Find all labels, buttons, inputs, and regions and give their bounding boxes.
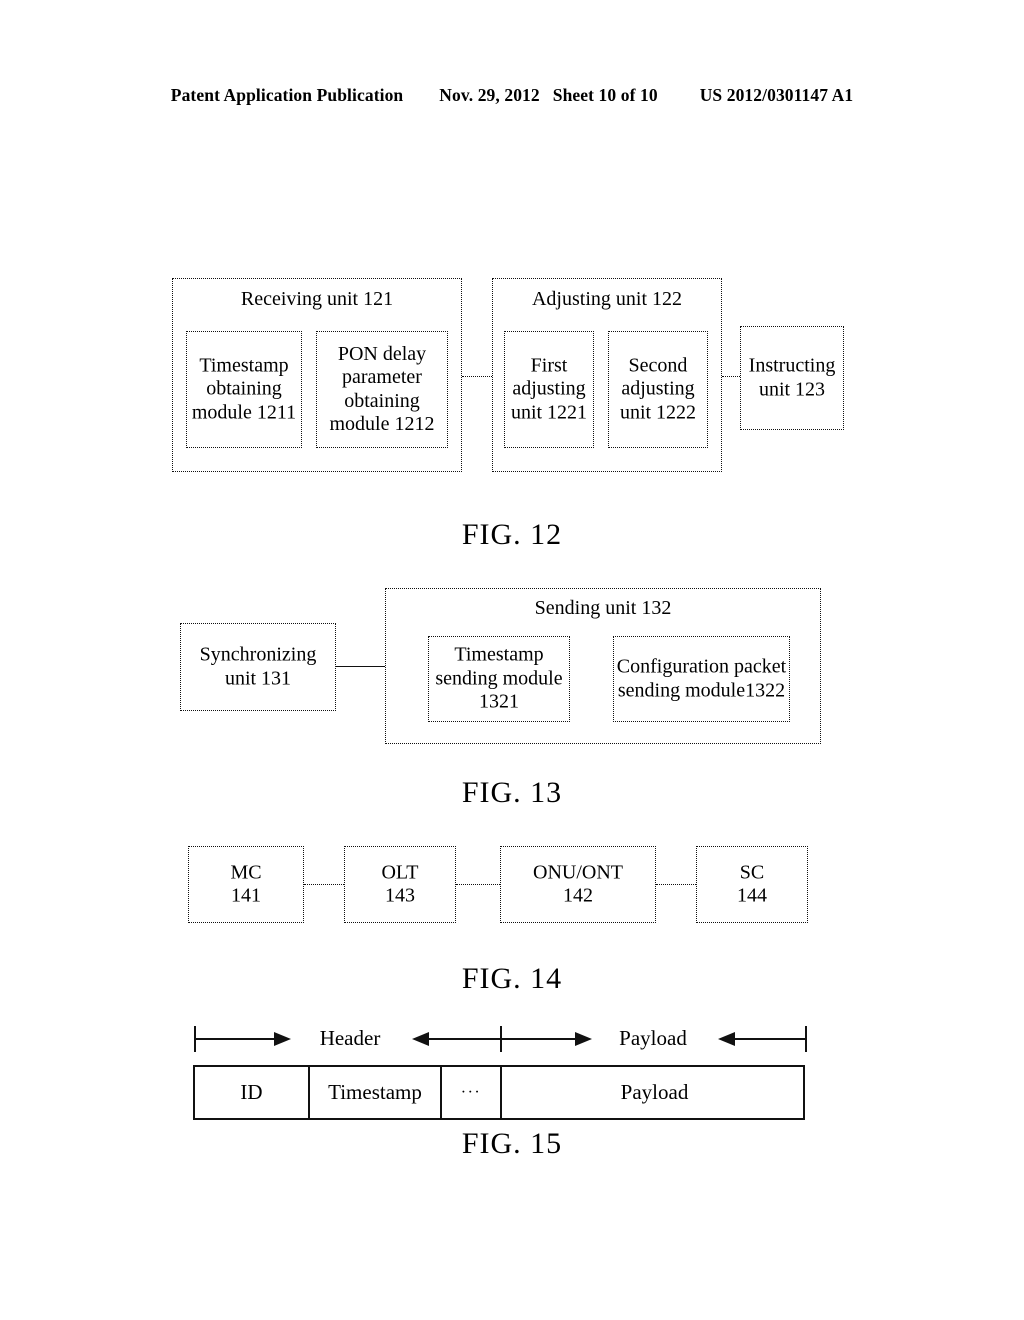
node-sc-144-name: SC: [739, 860, 765, 883]
dim-label-header: Header: [319, 1026, 381, 1050]
packet-field-payload: Payload: [502, 1067, 807, 1118]
packet-field-payload-label: Payload: [620, 1080, 689, 1104]
dim-arrow-payload-left: [718, 1032, 735, 1046]
packet-field-timestamp-label: Timestamp: [328, 1080, 422, 1104]
instructing-unit-123-label: Instructing unit 123: [748, 354, 836, 400]
connector-synchronizing-to-sending: [336, 666, 386, 667]
figure-15-caption: FIG. 15: [461, 1127, 563, 1160]
node-olt-143-ref: 143: [385, 884, 415, 907]
synchronizing-unit-131-box: Synchronizing unit 131: [180, 623, 336, 711]
packet-structure-box: ID Timestamp ··· Payload: [193, 1065, 805, 1120]
timestamp-obtaining-module-1211-label: Timestamp obtaining module 1211: [191, 354, 297, 424]
pon-delay-parameter-obtaining-module-1212-label: PON delay parameter obtaining module 121…: [329, 342, 435, 436]
instructing-unit-123-box: Instructing unit 123: [740, 326, 844, 430]
sending-unit-132-title: Sending unit 132: [534, 597, 672, 619]
packet-field-ellipsis-label: ···: [460, 1083, 482, 1101]
timestamp-sending-module-1321-box: Timestamp sending module 1321: [428, 636, 570, 722]
node-onu-ont-142-box: ONU/ONT 142: [500, 846, 656, 923]
dim-label-payload: Payload: [619, 1026, 687, 1050]
dim-arrow-payload-right: [575, 1032, 592, 1046]
header-publication: Patent Application Publication: [170, 85, 404, 105]
second-adjusting-unit-1222-box: Second adjusting unit 1222: [608, 331, 708, 448]
node-mc-141-box: MC 141: [188, 846, 304, 923]
node-sc-144-label: SC 144: [697, 861, 807, 908]
dim-line-payload-left: [500, 1038, 575, 1040]
node-sc-144-box: SC 144: [696, 846, 808, 923]
first-adjusting-unit-1221-label: First adjusting unit 1221: [510, 354, 588, 424]
dim-arrow-header-right: [274, 1032, 291, 1046]
dim-line-header-left: [194, 1038, 274, 1040]
node-olt-143-label: OLT 143: [345, 861, 455, 908]
pon-delay-parameter-obtaining-module-1212-box: PON delay parameter obtaining module 121…: [316, 331, 448, 448]
header-sheet: Sheet 10 of 10: [552, 85, 658, 105]
connector-olt-to-onu: [456, 884, 500, 885]
second-adjusting-unit-1222-label: Second adjusting unit 1222: [619, 354, 697, 424]
packet-field-id-label: ID: [240, 1080, 263, 1104]
node-olt-143-name: OLT: [381, 860, 419, 883]
header-patent-number: US 2012/0301147 A1: [699, 85, 854, 105]
dim-arrow-header-left: [412, 1032, 429, 1046]
page-header: Patent Application Publication Nov. 29, …: [0, 85, 1024, 106]
dim-tick-right: [805, 1026, 807, 1052]
adjusting-unit-122-title: Adjusting unit 122: [531, 288, 682, 310]
node-onu-ont-142-name: ONU/ONT: [533, 860, 623, 883]
connector-onu-to-sc: [656, 884, 696, 885]
receiving-unit-121-title: Receiving unit 121: [240, 288, 394, 310]
node-mc-141-label: MC 141: [189, 861, 303, 908]
configuration-packet-sending-module-1322-label: Configuration packet sending module1322: [616, 655, 787, 701]
node-mc-141-name: MC: [230, 860, 262, 883]
header-date: Nov. 29, 2012: [439, 85, 540, 105]
timestamp-obtaining-module-1211-box: Timestamp obtaining module 1211: [186, 331, 302, 448]
node-olt-143-box: OLT 143: [344, 846, 456, 923]
packet-field-timestamp: Timestamp: [310, 1067, 442, 1118]
configuration-packet-sending-module-1322-box: Configuration packet sending module1322: [613, 636, 790, 722]
dim-line-payload-right: [735, 1038, 805, 1040]
dim-line-header-right: [429, 1038, 500, 1040]
synchronizing-unit-131-label: Synchronizing unit 131: [199, 643, 317, 689]
timestamp-sending-module-1321-label: Timestamp sending module 1321: [435, 643, 563, 713]
figure-13-caption: FIG. 13: [461, 776, 563, 809]
node-onu-ont-142-label: ONU/ONT 142: [501, 861, 655, 908]
first-adjusting-unit-1221-box: First adjusting unit 1221: [504, 331, 594, 448]
node-sc-144-ref: 144: [737, 884, 767, 907]
packet-field-id: ID: [195, 1067, 310, 1118]
figure-14-caption: FIG. 14: [461, 962, 563, 995]
node-onu-ont-142-ref: 142: [563, 884, 593, 907]
node-mc-141-ref: 141: [231, 884, 261, 907]
figure-12-caption: FIG. 12: [461, 518, 563, 551]
connector-mc-to-olt: [304, 884, 344, 885]
connector-receiving-to-adjusting: [462, 376, 492, 377]
connector-adjusting-to-instructing: [722, 376, 740, 377]
packet-field-ellipsis: ···: [442, 1067, 502, 1118]
